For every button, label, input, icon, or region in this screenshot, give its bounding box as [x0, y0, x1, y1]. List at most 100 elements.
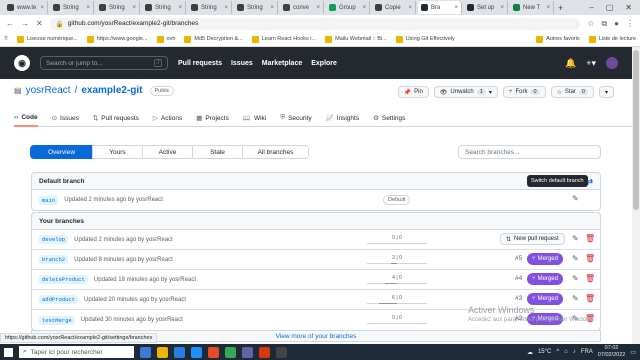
trash-icon[interactable]: 🗑	[585, 234, 595, 243]
star-button[interactable]: ☆ Star 0	[550, 86, 594, 98]
browser-tab[interactable]: New T ×	[510, 1, 554, 14]
star-bookmark-icon[interactable]: ☆	[587, 19, 594, 28]
browser-tab[interactable]: String ×	[96, 1, 140, 14]
repo-tab[interactable]: ⇅ Pull requests	[93, 109, 139, 127]
bookmark-item[interactable]: Lisezse numérique...	[17, 35, 78, 43]
network-icon[interactable]: ⌂	[564, 349, 568, 355]
taskbar-search-input[interactable]: ⌕ Taper ici pour rechercher	[19, 346, 134, 358]
maximize-icon[interactable]: ▢	[606, 3, 614, 12]
office-icon[interactable]	[259, 346, 270, 358]
branch-name[interactable]: addProduct	[39, 295, 79, 304]
volume-icon[interactable]: ♪	[573, 349, 576, 355]
merged-badge[interactable]: ⑂ Merged	[527, 293, 563, 305]
tab-close-icon[interactable]: ×	[362, 5, 366, 11]
star-dropdown-button[interactable]: ▾	[598, 86, 614, 98]
browser-tab[interactable]: String ×	[188, 1, 232, 14]
terminal-icon[interactable]	[276, 346, 287, 358]
repo-tab[interactable]: ⚙ Settings	[373, 109, 405, 127]
branch-name[interactable]: main	[39, 195, 59, 205]
bookmark-item[interactable]: ovh	[156, 35, 175, 43]
branch-name[interactable]: branch2	[39, 255, 69, 264]
bookmark-item[interactable]: Using Git Effectively	[395, 35, 455, 43]
url-field[interactable]: 🔒 github.com/yosrReact/example2-git/bran…	[49, 17, 581, 30]
store-icon[interactable]	[174, 346, 185, 358]
trash-icon[interactable]: 🗑	[585, 254, 595, 263]
tab-close-icon[interactable]: ×	[270, 5, 274, 11]
tab-close-icon[interactable]: ×	[40, 5, 44, 11]
tab-close-icon[interactable]: ×	[546, 5, 550, 11]
pencil-icon[interactable]: ✎	[572, 194, 579, 203]
unwatch-button[interactable]: 👁 Unwatch 1 ▾	[433, 86, 498, 98]
repo-owner-link[interactable]: yosrReact	[26, 85, 71, 96]
trash-icon[interactable]: 🗑	[585, 294, 595, 303]
pencil-icon[interactable]: ✎	[572, 274, 579, 283]
browser-tab[interactable]: conve ×	[280, 1, 324, 14]
tab-close-icon[interactable]: ×	[86, 5, 90, 11]
pencil-icon[interactable]: ✎	[572, 254, 579, 263]
pull-request-number[interactable]: #5	[515, 255, 522, 262]
header-nav-link[interactable]: Explore	[311, 60, 337, 67]
vscode-icon[interactable]	[191, 346, 202, 358]
tab-close-icon[interactable]: ×	[132, 5, 136, 11]
notifications-icon[interactable]: ▭	[630, 349, 636, 356]
repo-tab[interactable]: 📈 Insights	[326, 109, 360, 127]
filter-tab[interactable]: Yours	[92, 145, 143, 159]
pencil-icon[interactable]: ✎	[572, 234, 579, 243]
tab-close-icon[interactable]: ×	[316, 5, 320, 11]
header-nav-link[interactable]: Pull requests	[178, 60, 222, 67]
bookmark-folder[interactable]: Liste de lecture	[588, 35, 636, 43]
tab-close-icon[interactable]: ×	[500, 5, 504, 11]
pin-button[interactable]: 📌 Pin	[397, 86, 429, 98]
repo-tab[interactable]: ▦ Projects	[196, 109, 229, 127]
tab-close-icon[interactable]: ×	[408, 5, 412, 11]
bookmark-item[interactable]: Mailu Webmail :: Bi...	[325, 35, 387, 43]
filter-tab[interactable]: All branches	[242, 145, 309, 159]
avatar[interactable]	[606, 57, 618, 69]
browser-tab[interactable]: String ×	[50, 1, 94, 14]
github-search-input[interactable]: Search or jump to... /	[40, 56, 168, 70]
branch-name[interactable]: deleteProduct	[39, 275, 88, 284]
fork-button[interactable]: ⑂ Fork 0	[502, 86, 546, 98]
scrollbar-thumb[interactable]	[633, 50, 639, 210]
profile-icon[interactable]: ●	[614, 19, 619, 28]
chevron-up-icon[interactable]: ^	[556, 349, 559, 355]
repo-name-link[interactable]: example2-git	[81, 85, 142, 96]
new-pull-request-button[interactable]: ⇅ New pull request	[500, 233, 565, 245]
minimize-icon[interactable]: –	[589, 3, 593, 12]
new-tab-icon[interactable]: +	[558, 3, 563, 13]
pencil-icon[interactable]: ✎	[572, 294, 579, 303]
github-logo-icon[interactable]: ◉	[14, 55, 30, 71]
menu-icon[interactable]: ⋮	[626, 19, 634, 28]
bookmark-folder[interactable]: Autres favoris	[536, 35, 580, 43]
pull-request-number[interactable]: #3	[515, 295, 522, 302]
chrome-icon[interactable]	[225, 346, 236, 358]
close-window-icon[interactable]: ✕	[625, 3, 632, 12]
bell-icon[interactable]: 🔔	[565, 58, 576, 69]
trash-icon[interactable]: 🗑	[585, 274, 595, 283]
header-nav-link[interactable]: Issues	[231, 60, 253, 67]
filter-tab[interactable]: Stale	[192, 145, 243, 159]
repo-tab[interactable]: ‹› Code	[14, 109, 38, 127]
browser-tab[interactable]: Group ×	[326, 1, 370, 14]
merged-badge[interactable]: ⑂ Merged	[527, 253, 563, 265]
browser-tab[interactable]: String ×	[142, 1, 186, 14]
apps-icon[interactable]: ⠿	[4, 36, 8, 42]
repo-tab[interactable]: ▷ Actions	[153, 109, 182, 127]
repo-tab[interactable]: ⊙ Issues	[52, 109, 79, 127]
extensions-icon[interactable]: ⧉	[601, 19, 607, 29]
browser-tab[interactable]: Set up ×	[464, 1, 508, 14]
browser-tab[interactable]: Bra ×	[418, 1, 462, 14]
back-icon[interactable]: ←	[6, 19, 14, 28]
bookmark-item[interactable]: https://www.google...	[86, 35, 148, 43]
teams-icon[interactable]	[242, 346, 253, 358]
bookmark-item[interactable]: Learn React Hooks i...	[251, 35, 316, 43]
language-indicator[interactable]: FRA	[581, 349, 593, 355]
file-explorer-icon[interactable]	[157, 346, 168, 358]
filter-tab[interactable]: Overview	[30, 145, 93, 159]
pull-request-number[interactable]: #4	[515, 275, 522, 282]
tab-close-icon[interactable]: ×	[454, 5, 458, 11]
browser-tab[interactable]: www.te ×	[4, 1, 48, 14]
branch-name[interactable]: develop	[39, 235, 69, 244]
bookmark-item[interactable]: Md5 Decryption &...	[184, 35, 243, 43]
merged-badge[interactable]: ⑂ Merged	[527, 273, 563, 285]
